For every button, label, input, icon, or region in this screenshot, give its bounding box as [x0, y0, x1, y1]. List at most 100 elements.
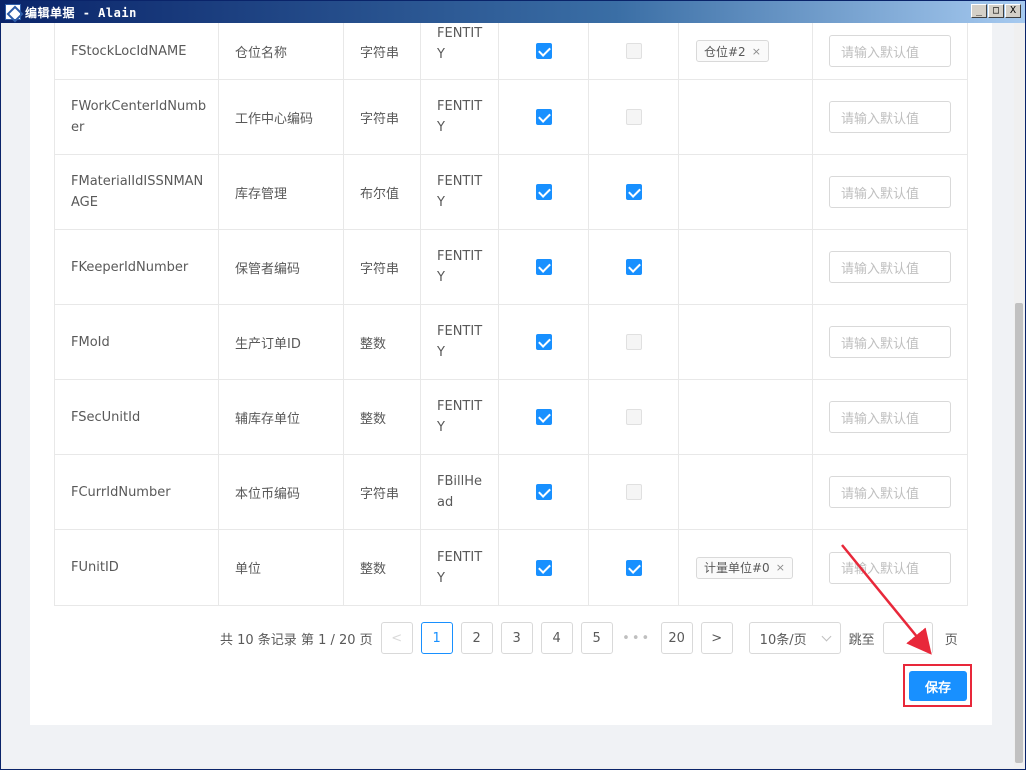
default-cell: 请输入默认值: [813, 23, 969, 79]
page-size-select[interactable]: 10条/页: [748, 622, 841, 654]
checkbox[interactable]: [535, 559, 552, 576]
check-cell: [499, 23, 589, 79]
pagination-total: 共 10 条记录 第 1 / 20 页: [220, 632, 373, 648]
default-cell: 请输入默认值: [813, 80, 969, 154]
page-button[interactable]: 1: [420, 622, 453, 654]
tag-cell: 仓位#2 ×: [679, 23, 813, 79]
field-name: 辅库存单位: [219, 380, 344, 454]
next-page-button[interactable]: >: [700, 622, 733, 654]
jump-page-input[interactable]: [882, 622, 933, 654]
checkbox[interactable]: [535, 43, 552, 59]
field-source: FENTITY: [421, 80, 499, 154]
value-tag[interactable]: 仓位#2 ×: [696, 40, 769, 62]
check-cell: [589, 530, 679, 605]
default-value-input[interactable]: 请输入默认值: [829, 35, 951, 67]
field-key: FSecUnitId: [55, 380, 219, 454]
default-cell: 请输入默认值: [813, 455, 969, 529]
checkbox[interactable]: [625, 409, 642, 425]
save-button[interactable]: 保存: [909, 671, 967, 701]
checkbox[interactable]: [625, 559, 642, 576]
field-key: FCurrIdNumber: [55, 455, 219, 529]
field-source: FENTITY: [421, 305, 499, 379]
field-name: 本位币编码: [219, 455, 344, 529]
value-tag[interactable]: 计量单位#0 ×: [696, 556, 793, 579]
field-key: FWorkCenterIdNumber: [55, 80, 219, 154]
default-value-input[interactable]: 请输入默认值: [829, 476, 951, 508]
field-name: 单位: [219, 530, 344, 605]
page-ellipsis[interactable]: •••: [621, 622, 653, 654]
app-window: 编辑单据 - Alain _ □ X FStockLocIdNAME 仓位名称 字符…: [0, 0, 1026, 770]
default-value-input[interactable]: 请输入默认值: [829, 551, 951, 584]
pagination: 共 10 条记录 第 1 / 20 页 < 12345 ••• 20 > 10条…: [220, 622, 958, 654]
page-button[interactable]: 3: [500, 622, 533, 654]
table-row: FCurrIdNumber 本位币编码 字符串 FBillHead 请输入默认值: [55, 455, 967, 530]
default-value-input[interactable]: 请输入默认值: [829, 176, 951, 208]
checkbox[interactable]: [625, 334, 642, 350]
tag-cell: [679, 455, 813, 529]
check-cell: [499, 380, 589, 454]
check-cell: [589, 380, 679, 454]
default-cell: 请输入默认值: [813, 155, 969, 229]
check-cell: [589, 23, 679, 79]
tag-cell: [679, 155, 813, 229]
checkbox[interactable]: [535, 184, 552, 200]
checkbox[interactable]: [535, 409, 552, 425]
field-name: 生产订单ID: [219, 305, 344, 379]
close-icon[interactable]: ×: [776, 561, 785, 574]
page-last-button[interactable]: 20: [660, 622, 693, 654]
check-cell: [589, 155, 679, 229]
field-key: FMaterialIdISSNMANAGE: [55, 155, 219, 229]
checkbox[interactable]: [625, 109, 642, 125]
checkbox[interactable]: [535, 109, 552, 125]
content-card: FStockLocIdNAME 仓位名称 字符串 FENTITY 仓位#2 × 请输入默认值…: [30, 23, 992, 725]
tag-cell: [679, 80, 813, 154]
scrollbar-thumb[interactable]: [1015, 303, 1023, 763]
default-value-input[interactable]: 请输入默认值: [829, 401, 951, 433]
page-list: 12345: [420, 622, 621, 654]
tag-cell: [679, 380, 813, 454]
title-bar[interactable]: 编辑单据 - Alain _ □ X: [1, 1, 1025, 23]
check-cell: [589, 230, 679, 304]
checkbox[interactable]: [535, 334, 552, 350]
check-cell: [499, 305, 589, 379]
checkbox[interactable]: [625, 259, 642, 275]
default-cell: 请输入默认值: [813, 380, 969, 454]
vertical-scrollbar[interactable]: [1014, 23, 1024, 767]
minimize-button[interactable]: _: [971, 4, 987, 18]
field-type: 整数: [344, 530, 421, 605]
checkbox[interactable]: [535, 259, 552, 275]
check-cell: [499, 455, 589, 529]
check-cell: [589, 455, 679, 529]
checkbox[interactable]: [625, 184, 642, 200]
page-button[interactable]: 2: [460, 622, 493, 654]
close-icon[interactable]: ×: [752, 45, 761, 58]
prev-page-button[interactable]: <: [380, 622, 413, 654]
table-row: FWorkCenterIdNumber 工作中心编码 字符串 FENTITY 请输入默认…: [55, 80, 967, 155]
page-button[interactable]: 4: [540, 622, 573, 654]
window-controls: _ □ X: [971, 4, 1021, 18]
field-type: 字符串: [344, 230, 421, 304]
default-value-input[interactable]: 请输入默认值: [829, 251, 951, 283]
field-key: FKeeperIdNumber: [55, 230, 219, 304]
default-value-input[interactable]: 请输入默认值: [829, 101, 951, 133]
table-row: FMoId 生产订单ID 整数 FENTITY 请输入默认值: [55, 305, 967, 380]
table-row: FSecUnitId 辅库存单位 整数 FENTITY 请输入默认值: [55, 380, 967, 455]
field-type: 整数: [344, 305, 421, 379]
checkbox[interactable]: [535, 484, 552, 500]
page-button[interactable]: 5: [580, 622, 613, 654]
table-row: FMaterialIdISSNMANAGE 库存管理 布尔值 FENTITY 请输入默认…: [55, 155, 967, 230]
client-area: FStockLocIdNAME 仓位名称 字符串 FENTITY 仓位#2 × 请输入默认值…: [2, 23, 1024, 767]
maximize-button[interactable]: □: [988, 4, 1004, 18]
field-source: FENTITY: [421, 230, 499, 304]
close-button[interactable]: X: [1005, 4, 1021, 18]
tag-cell: 计量单位#0 ×: [679, 530, 813, 605]
check-cell: [589, 305, 679, 379]
field-name: 工作中心编码: [219, 80, 344, 154]
field-source: FENTITY: [421, 23, 499, 79]
checkbox[interactable]: [625, 484, 642, 500]
chevron-down-icon: [821, 631, 832, 641]
checkbox[interactable]: [625, 43, 642, 59]
default-value-input[interactable]: 请输入默认值: [829, 326, 951, 358]
field-name: 仓位名称: [219, 23, 344, 79]
field-name: 保管者编码: [219, 230, 344, 304]
